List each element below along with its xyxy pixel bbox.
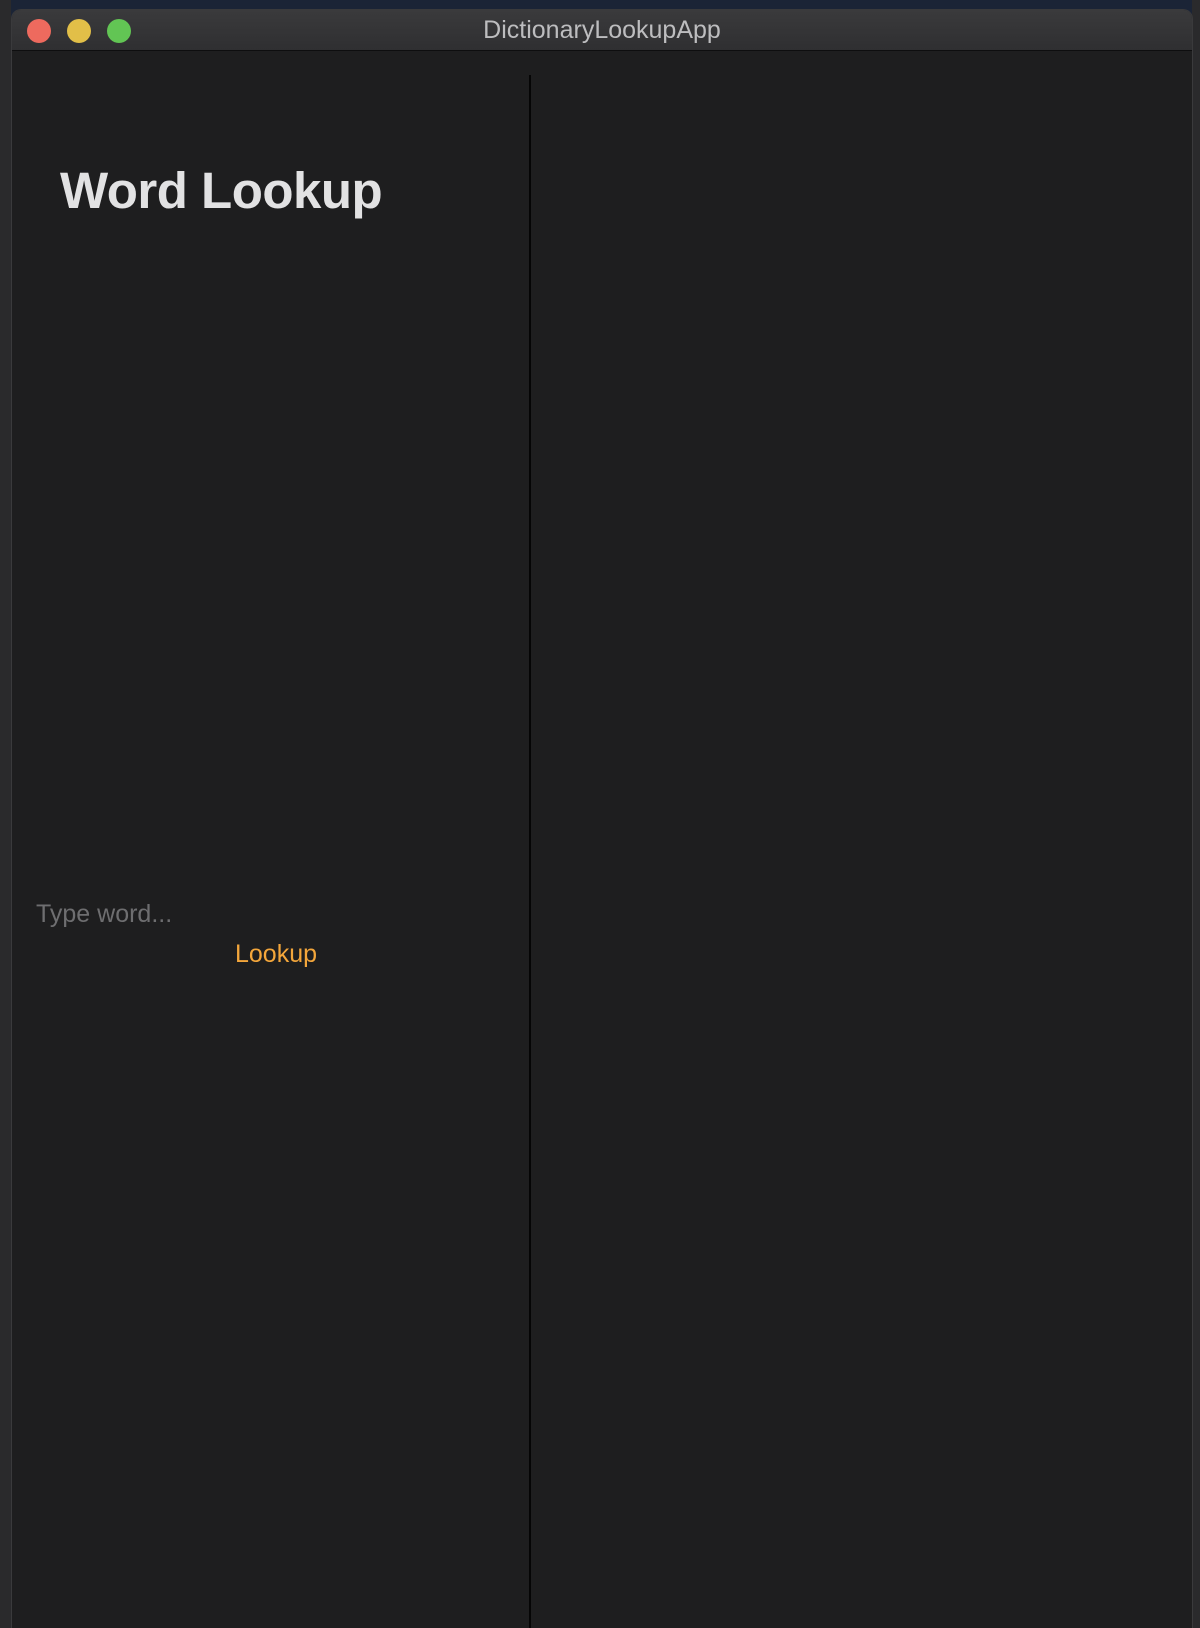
window-titlebar[interactable]: DictionaryLookupApp [12,10,1192,51]
lookup-button[interactable]: Lookup [235,940,317,969]
background-window-edge-right [1192,0,1200,1628]
background-window-edge-left [0,0,11,1628]
detail-panel [531,51,1192,1628]
desktop-background: DictionaryLookupApp Word Lookup Lookup [0,0,1200,1628]
sidebar-panel: Word Lookup Lookup [12,51,529,1628]
word-input[interactable] [36,895,506,933]
split-view: Word Lookup Lookup [12,51,1192,1628]
page-title: Word Lookup [60,162,383,219]
app-window: DictionaryLookupApp Word Lookup Lookup [11,9,1193,1628]
window-title: DictionaryLookupApp [483,16,721,44]
